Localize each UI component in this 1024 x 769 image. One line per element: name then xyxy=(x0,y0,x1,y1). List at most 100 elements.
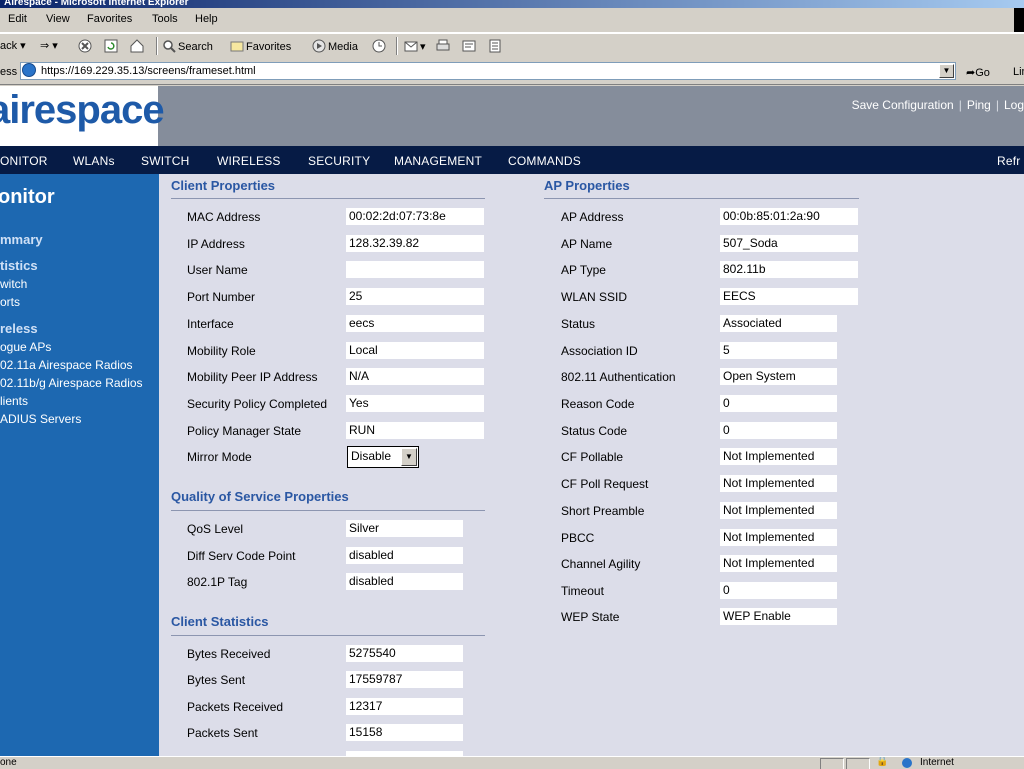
menu-edit[interactable]: Edit xyxy=(8,13,27,25)
nav-refresh[interactable]: Refr xyxy=(997,154,1020,168)
field-label: 802.11 Authentication xyxy=(561,370,676,384)
field-label: Mobility Role xyxy=(187,344,256,358)
back-label: ack xyxy=(0,40,18,52)
section-divider xyxy=(544,198,859,199)
field-label: Status xyxy=(561,317,596,331)
chevron-down-icon: ▼ xyxy=(942,66,951,75)
header-link-separator: | xyxy=(958,98,962,112)
menu-tools[interactable]: Tools xyxy=(152,13,178,25)
sidebar-item-switch[interactable]: witch xyxy=(0,277,27,291)
mobility-role-value: Local xyxy=(346,342,484,359)
nav-commands[interactable]: COMMANDS xyxy=(508,154,581,168)
site-header: airespace Save Configuration | Ping | Log xyxy=(0,86,1024,146)
field-label: Bytes Sent xyxy=(187,673,246,687)
nav-wireless[interactable]: WIRELESS xyxy=(217,154,281,168)
stop-icon xyxy=(78,39,92,53)
field-label: Channel Agility xyxy=(561,557,641,571)
ap-address-value: 00:0b:85:01:2a:90 xyxy=(720,208,858,225)
field-label: Mirror Mode xyxy=(187,450,252,464)
nav-monitor[interactable]: ONITOR xyxy=(0,154,48,168)
field-label: Mobility Peer IP Address xyxy=(187,370,318,384)
cf-pollable-value: Not Implemented xyxy=(720,448,837,465)
field-label: Policy Manager State xyxy=(187,424,302,438)
authentication-value: Open System xyxy=(720,368,837,385)
section-divider xyxy=(171,635,485,636)
main-nav: ONITOR WLANs SWITCH WIRELESS SECURITY MA… xyxy=(0,146,1024,174)
field-label: Security Policy Completed xyxy=(187,397,328,411)
nav-wlans[interactable]: WLANs xyxy=(73,154,115,168)
save-configuration-link[interactable]: Save Configuration xyxy=(852,98,954,112)
field-label: CF Poll Request xyxy=(561,477,649,491)
sidebar-item-ports[interactable]: orts xyxy=(0,295,20,309)
favorites-button[interactable]: Favorites xyxy=(230,39,291,53)
sidebar-heading-statistics[interactable]: tistics xyxy=(0,258,38,273)
go-button[interactable]: ➦Go xyxy=(966,66,990,79)
refresh-button[interactable] xyxy=(104,39,120,53)
menu-help[interactable]: Help xyxy=(195,13,218,25)
nav-switch[interactable]: SWITCH xyxy=(141,154,190,168)
section-divider xyxy=(171,510,485,511)
forward-arrow-icon: ⇒ xyxy=(40,40,50,52)
favorites-label: Favorites xyxy=(246,41,292,53)
toolbar: ack ▾ ⇒ ▾ Search Favorites Media ▾ xyxy=(0,33,1024,61)
status-panel xyxy=(846,758,870,769)
bytes-received-value: 5275540 xyxy=(346,645,463,662)
field-label: Packets Sent xyxy=(187,726,258,740)
search-button[interactable]: Search xyxy=(162,39,213,53)
mail-button[interactable]: ▾ xyxy=(404,39,426,53)
history-button[interactable] xyxy=(372,39,388,53)
discuss-button[interactable] xyxy=(488,39,504,53)
field-label: Port Number xyxy=(187,290,256,304)
window-title-bar: Airespace - Microsoft Internet Explorer xyxy=(0,0,1024,8)
pbcc-value: Not Implemented xyxy=(720,529,837,546)
chevron-down-icon[interactable]: ▼ xyxy=(401,448,417,466)
address-label: ess xyxy=(0,66,18,78)
status-bar: one 🔒 Internet xyxy=(0,756,1024,769)
sidebar-item-80211a-radios[interactable]: 02.11a Airespace Radios xyxy=(0,358,133,372)
mail-icon xyxy=(404,41,418,52)
section-divider xyxy=(171,198,485,199)
window-title: Airespace - Microsoft Internet Explorer xyxy=(4,0,189,8)
edit-button[interactable] xyxy=(462,39,478,53)
diff-serv-code-point-value: disabled xyxy=(346,547,463,564)
links-button[interactable]: Lin xyxy=(1013,66,1024,78)
policy-manager-state-value: RUN xyxy=(346,422,484,439)
sidebar-item-80211bg-radios[interactable]: 02.11b/g Airespace Radios xyxy=(0,376,143,390)
nav-security[interactable]: SECURITY xyxy=(308,154,370,168)
field-label: Short Preamble xyxy=(561,504,645,518)
field-label: AP Type xyxy=(561,263,606,277)
channel-agility-value: Not Implemented xyxy=(720,555,837,572)
address-dropdown-button[interactable]: ▼ xyxy=(939,64,954,78)
forward-button[interactable]: ⇒ ▾ xyxy=(40,39,58,52)
home-button[interactable] xyxy=(130,39,146,53)
ap-name-value: 507_Soda xyxy=(720,235,858,252)
print-button[interactable] xyxy=(436,39,452,53)
mirror-mode-select[interactable]: Disable ▼ xyxy=(347,446,419,468)
ping-link[interactable]: Ping xyxy=(967,98,991,112)
print-icon xyxy=(436,39,450,51)
menu-view[interactable]: View xyxy=(46,13,70,25)
logout-link[interactable]: Log xyxy=(1004,98,1024,112)
media-button[interactable]: Media xyxy=(312,39,358,53)
sidebar-item-clients[interactable]: lients xyxy=(0,394,28,408)
status-text: one xyxy=(0,757,17,768)
sidebar-item-radius-servers[interactable]: ADIUS Servers xyxy=(0,412,81,426)
nav-management[interactable]: MANAGEMENT xyxy=(394,154,482,168)
back-button[interactable]: ack ▾ xyxy=(0,39,26,52)
field-label: 802.1P Tag xyxy=(187,575,248,589)
sidebar-item-summary[interactable]: mmary xyxy=(0,232,43,247)
cf-poll-request-value: Not Implemented xyxy=(720,475,837,492)
stop-button[interactable] xyxy=(78,39,94,53)
field-label: CF Pollable xyxy=(561,450,624,464)
toolbar-separator xyxy=(396,37,398,55)
sidebar-item-rogue-aps[interactable]: ogue APs xyxy=(0,340,51,354)
field-label: WEP State xyxy=(561,610,620,624)
sidebar-heading-wireless[interactable]: reless xyxy=(0,321,38,336)
discuss-icon xyxy=(489,39,501,53)
address-input[interactable]: https://169.229.35.13/screens/frameset.h… xyxy=(20,62,956,80)
menu-favorites[interactable]: Favorites xyxy=(87,13,132,25)
field-label: MAC Address xyxy=(187,210,261,224)
short-preamble-value: Not Implemented xyxy=(720,502,837,519)
timeout-value: 0 xyxy=(720,582,837,599)
status-code-value: 0 xyxy=(720,422,837,439)
